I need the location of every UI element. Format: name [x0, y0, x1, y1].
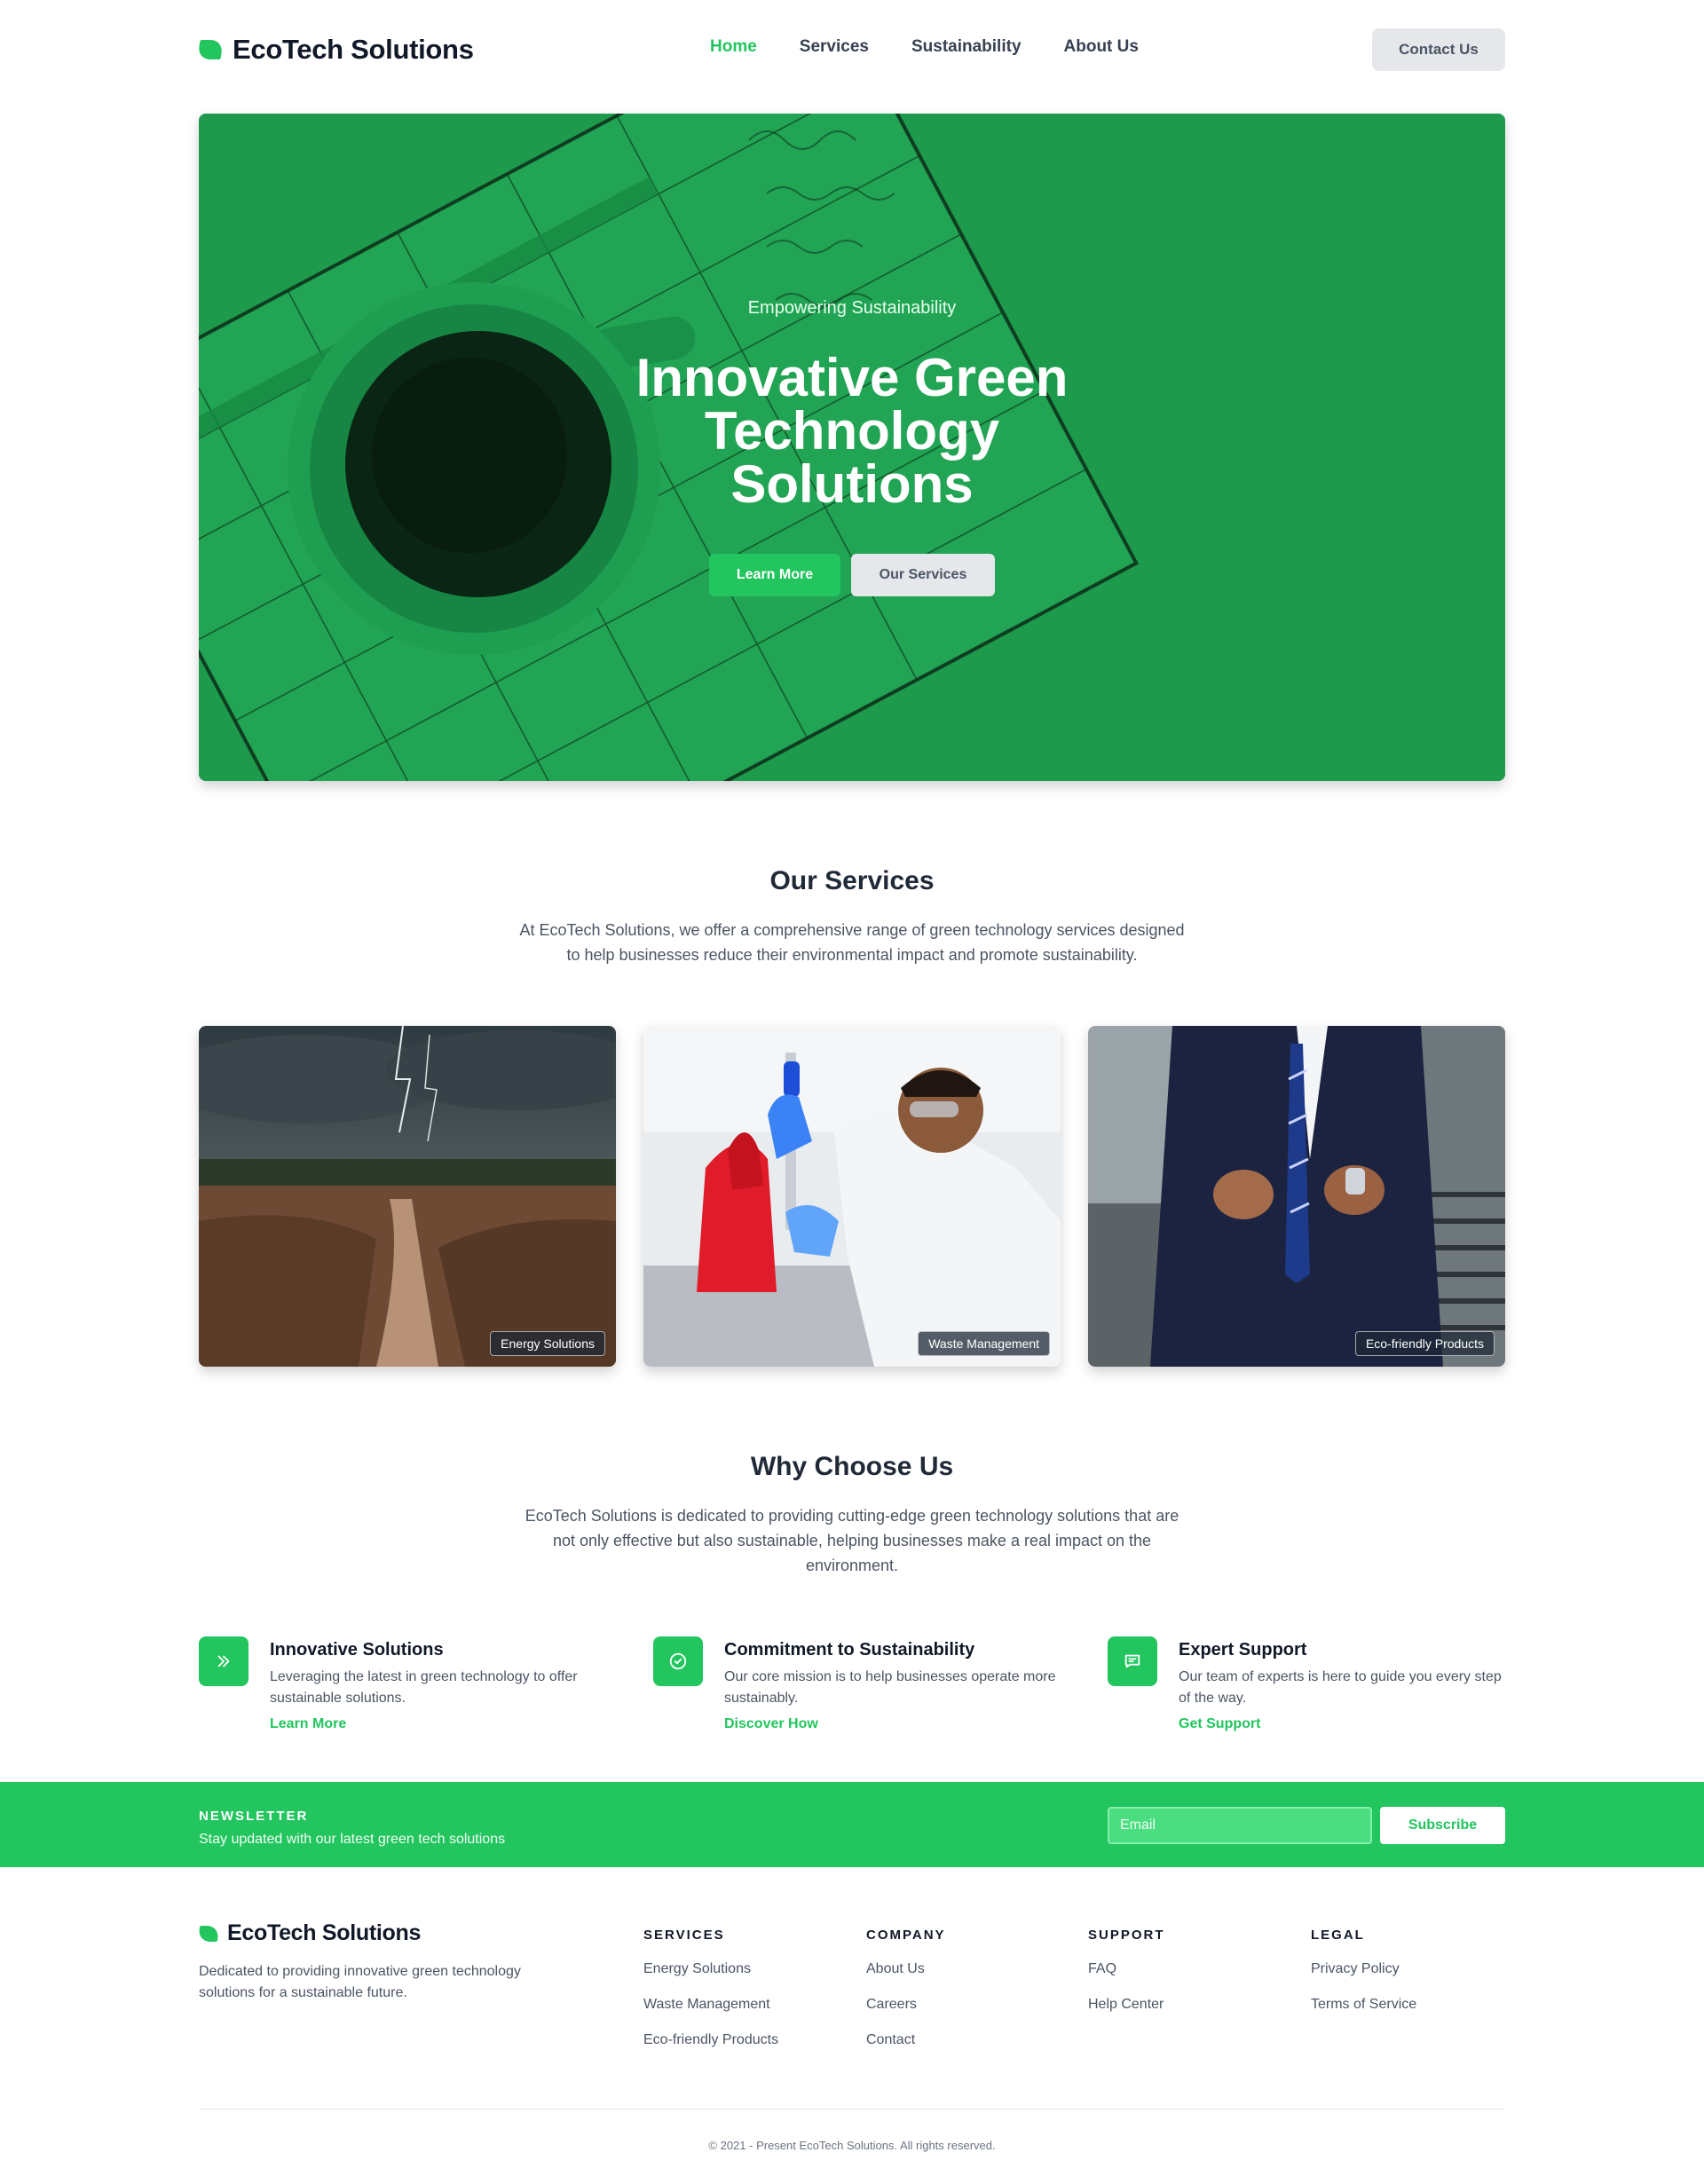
feature-body: Commitment to Sustainability Our core mi… [724, 1636, 1061, 1732]
footer-link[interactable]: Help Center [1088, 1994, 1283, 2015]
leaf-icon [197, 40, 224, 59]
footer-link[interactable]: FAQ [1088, 1959, 1283, 1980]
feature-description: Our team of experts is here to guide you… [1179, 1669, 1502, 1706]
nav-services[interactable]: Services [800, 37, 869, 57]
card-label-energy: Energy Solutions [490, 1331, 605, 1356]
leaf-icon [197, 1925, 220, 1942]
feature-description: Leveraging the latest in green technolog… [270, 1669, 578, 1706]
hero-eyebrow: Empowering Sustainability [747, 298, 957, 318]
brand-name: EcoTech Solutions [233, 34, 474, 65]
footer-col-company: COMPANY About Us Careers Contact [866, 1928, 1061, 2065]
footer-about: Dedicated to providing innovative green … [199, 1964, 521, 2000]
feature-title: Expert Support [1179, 1640, 1307, 1660]
main-nav: Home Services Sustainability About Us [710, 37, 1139, 57]
service-card-waste[interactable]: Waste Management [643, 1026, 1061, 1367]
footer-brand-name: EcoTech Solutions [227, 1920, 422, 1945]
feature-body: Expert Support Our team of experts is he… [1179, 1636, 1516, 1732]
hero-banner: Empowering Sustainability Innovative Gre… [199, 114, 1505, 781]
service-card-products[interactable]: Eco-friendly Products [1088, 1026, 1505, 1367]
our-services-button[interactable]: Our Services [851, 554, 995, 596]
footer-col-services: SERVICES Energy Solutions Waste Manageme… [643, 1928, 839, 2065]
footer-link[interactable]: Energy Solutions [643, 1959, 839, 1980]
feature-title: Innovative Solutions [270, 1640, 444, 1660]
hero-title: Innovative Green Technology Solutions [635, 348, 1069, 514]
learn-more-link[interactable]: Learn More [270, 1716, 346, 1732]
why-title: Why Choose Us [750, 1452, 954, 1481]
copyright: © 2021 - Present EcoTech Solutions. All … [708, 2139, 996, 2152]
feature-title: Commitment to Sustainability [724, 1640, 975, 1660]
footer-link[interactable]: Privacy Policy [1311, 1959, 1506, 1980]
footer-col-support: SUPPORT FAQ Help Center [1088, 1928, 1283, 2030]
newsletter-heading: NEWSLETTER [199, 1809, 309, 1824]
newsletter-bar: NEWSLETTER Stay updated with our latest … [0, 1782, 1704, 1867]
get-support-link[interactable]: Get Support [1179, 1716, 1260, 1732]
nav-sustainability[interactable]: Sustainability [911, 37, 1022, 57]
chevrons-right-icon [199, 1636, 248, 1686]
learn-more-button[interactable]: Learn More [709, 554, 840, 596]
waste-management-image [643, 1026, 1061, 1367]
feature-body: Innovative Solutions Leveraging the late… [270, 1636, 607, 1732]
footer-heading: LEGAL [1311, 1928, 1365, 1943]
hero-actions: Learn More Our Services [199, 554, 1505, 596]
subscribe-button[interactable]: Subscribe [1380, 1807, 1505, 1844]
footer-heading: SERVICES [643, 1928, 725, 1943]
footer-link[interactable]: Waste Management [643, 1994, 839, 2015]
footer-link[interactable]: About Us [866, 1959, 1061, 1980]
nav-home[interactable]: Home [710, 37, 757, 57]
contact-us-button[interactable]: Contact Us [1372, 28, 1505, 71]
chat-icon [1108, 1636, 1157, 1686]
footer-link[interactable]: Terms of Service [1311, 1994, 1506, 2015]
brand-logo[interactable]: EcoTech Solutions [197, 34, 474, 66]
feature-description: Our core mission is to help businesses o… [724, 1669, 1056, 1706]
discover-how-link[interactable]: Discover How [724, 1716, 818, 1732]
footer-heading: COMPANY [866, 1928, 946, 1943]
footer-link[interactable]: Careers [866, 1994, 1061, 2015]
newsletter-email-input[interactable] [1108, 1807, 1372, 1844]
hero-content: Empowering Sustainability Innovative Gre… [199, 114, 1505, 781]
eco-friendly-products-image [1088, 1026, 1505, 1367]
footer-link[interactable]: Eco-friendly Products [643, 2030, 839, 2051]
card-label-waste: Waste Management [918, 1331, 1050, 1356]
nav-about-us[interactable]: About Us [1064, 37, 1139, 57]
footer-link[interactable]: Contact [866, 2030, 1061, 2051]
service-card-energy[interactable]: Energy Solutions [199, 1026, 616, 1367]
services-description: At EcoTech Solutions, we offer a compreh… [519, 921, 1185, 964]
footer-brand[interactable]: EcoTech Solutions [197, 1920, 422, 1946]
site-header: EcoTech Solutions Home Services Sustaina… [197, 0, 1505, 99]
check-circle-icon [653, 1636, 703, 1686]
footer-col-legal: LEGAL Privacy Policy Terms of Service [1311, 1928, 1506, 2030]
services-title: Our Services [769, 866, 935, 895]
why-description: EcoTech Solutions is dedicated to provid… [525, 1507, 1179, 1574]
footer-heading: SUPPORT [1088, 1928, 1165, 1943]
newsletter-subtext: Stay updated with our latest green tech … [199, 1832, 506, 1847]
service-cards: Energy Solutions Waste Management Eco-fr… [199, 1026, 1505, 1367]
features-list: Innovative Solutions Leveraging the late… [199, 1636, 1505, 1752]
energy-solutions-image [199, 1026, 616, 1367]
card-label-products: Eco-friendly Products [1354, 1331, 1495, 1356]
